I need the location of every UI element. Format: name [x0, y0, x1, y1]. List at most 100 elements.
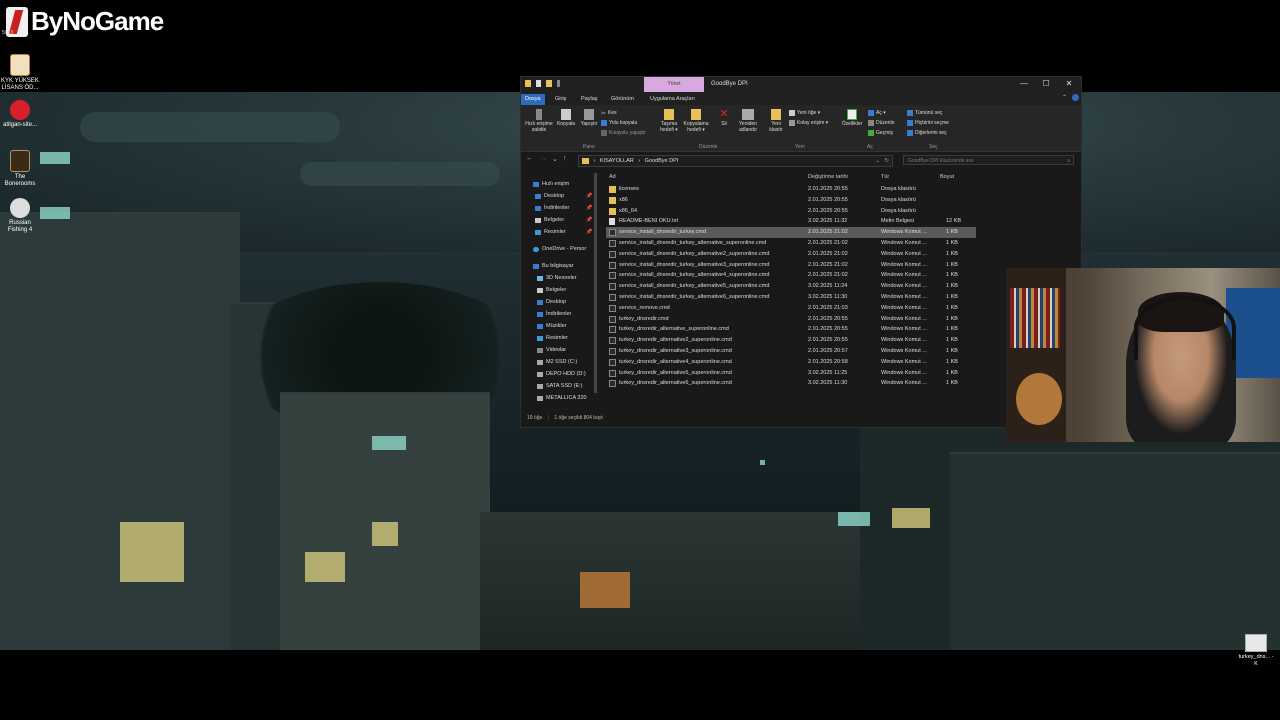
edit-button[interactable]: Düzenle	[868, 118, 894, 127]
file-row[interactable]: x86_64 2.01.2025 20:55 Dosya klasörü	[606, 206, 976, 217]
close-button[interactable]: ✕	[1058, 79, 1080, 88]
breadcrumb-goodbye-dpi[interactable]: GoodBye DPI	[645, 158, 679, 164]
nav-drive-c[interactable]: M2 SSD (C:)	[537, 359, 577, 365]
file-row[interactable]: README-BENI OKU.txt 3.02.2025 11:32 Metin …	[606, 216, 976, 227]
pin-icon[interactable]: 📌	[586, 193, 592, 199]
new-folder-icon[interactable]	[546, 80, 552, 87]
file-row[interactable]: service_install_dnsredir_turkey_alternat…	[606, 238, 976, 249]
pin-quick-access-button[interactable]: Hızlı erişime sabitle	[524, 109, 554, 133]
invert-selection-button[interactable]: Diğerlerini seç	[907, 128, 947, 137]
rename-button[interactable]: Yeniden adlandır	[735, 109, 761, 133]
tab-dosya[interactable]: Dosya	[521, 94, 545, 105]
nav-this-pc[interactable]: Bu bilgisayar	[533, 263, 574, 269]
nav-music[interactable]: Müzikler	[537, 323, 566, 329]
breadcrumb-kisayollar[interactable]: KISAYOLLAR	[600, 158, 634, 164]
nav-pictures-pinned[interactable]: Resimler	[535, 229, 566, 235]
up-button[interactable]: ↑	[563, 155, 567, 162]
pin-icon[interactable]: 📌	[586, 205, 592, 211]
properties-icon[interactable]	[536, 80, 541, 87]
pin-icon[interactable]: 📌	[586, 217, 592, 223]
file-row[interactable]: turkey_dnsredir_alternative2_superonline…	[606, 335, 976, 346]
context-tab-manage[interactable]: Yönet	[644, 77, 704, 92]
nav-onedrive[interactable]: OneDrive - Persor	[533, 246, 586, 252]
new-item-button[interactable]: Yeni öğe ▾	[789, 108, 820, 117]
nav-desktop[interactable]: Desktop	[537, 299, 566, 305]
file-row[interactable]: service_install_dnsredir_turkey_alternat…	[606, 281, 976, 292]
paste-button[interactable]: Yapıştır	[578, 109, 600, 127]
nav-drive-e[interactable]: SATA SSD (E:)	[537, 383, 582, 389]
column-header-size[interactable]: Boyut	[940, 174, 954, 180]
nav-videos[interactable]: Videolar	[537, 347, 566, 353]
file-row[interactable]: turkey_dnsredir.cmd 2.01.2025 20:55 Window…	[606, 314, 976, 325]
back-button[interactable]: ←	[526, 155, 533, 162]
file-row[interactable]: service_install_dnsredir_turkey_alternat…	[606, 249, 976, 260]
column-header-date[interactable]: Değiştirme tarihi	[808, 174, 848, 180]
new-item-icon	[789, 109, 795, 116]
help-icon[interactable]	[1072, 94, 1079, 101]
file-row[interactable]: x86 2.01.2025 20:55 Dosya klasörü	[606, 195, 976, 206]
delete-button[interactable]: ✕ Sil	[717, 109, 731, 128]
customize-quick-access-icon[interactable]	[557, 80, 560, 87]
file-size: 1 KB	[946, 283, 958, 290]
properties-button[interactable]: Özellikler	[839, 109, 865, 127]
desktop-icon-turkey-dns-shortcut[interactable]: turkey_dns... - K	[1236, 634, 1276, 668]
refresh-icon[interactable]: ↻	[884, 156, 889, 166]
nav-drive-metallica[interactable]: METALLICA 320	[537, 395, 587, 401]
desktop-icon-russian-fishing[interactable]: Russian Fishing 4	[0, 198, 40, 234]
tab-giris[interactable]: Giriş	[551, 94, 570, 105]
file-row[interactable]: service_install_dnsredir_turkey_alternat…	[606, 292, 976, 303]
forward-button[interactable]: →	[540, 155, 547, 162]
paste-shortcut-button[interactable]: Kısayolu yapıştır	[601, 128, 646, 137]
copy-path-button[interactable]: Yolu kopyala	[601, 118, 637, 127]
nav-drive-d[interactable]: DEPO HDD (D:)	[537, 371, 586, 377]
nav-desktop-pinned[interactable]: Desktop	[535, 193, 564, 199]
column-header-type[interactable]: Tür	[881, 174, 889, 180]
recent-locations-button[interactable]: ⌄	[552, 155, 558, 163]
cut-button[interactable]: ✂ Kes	[601, 108, 617, 117]
new-folder-button[interactable]: Yeni klasör	[767, 109, 785, 133]
file-row[interactable]: turkey_dnsredir_alternative_superonline.…	[606, 324, 976, 335]
pin-icon[interactable]: 📌	[586, 229, 592, 235]
maximize-button[interactable]: ☐	[1035, 79, 1057, 88]
file-row[interactable]: turkey_dnsredir_alternative4_superonline…	[606, 357, 976, 368]
nav-quick-access[interactable]: Hızlı erişim	[533, 181, 569, 187]
file-row[interactable]: service_remove.cmd 2.01.2025 21:03 Windows…	[606, 303, 976, 314]
address-bar[interactable]: › KISAYOLLAR › GoodBye DPI ⌄ ↻	[578, 155, 893, 167]
file-row[interactable]: licenses 2.01.2025 20:55 Dosya klasörü	[606, 184, 976, 195]
minimize-button[interactable]: —	[1013, 79, 1035, 88]
nav-documents[interactable]: Belgeler	[537, 287, 566, 293]
file-row[interactable]: service_install_dnsredir_turkey.cmd 2.01.…	[606, 227, 976, 239]
nav-downloads-pinned[interactable]: İndirilenler	[535, 205, 569, 211]
desktop-icon-bonerooms[interactable]: The Bonerooms	[0, 150, 40, 188]
tab-paylas[interactable]: Paylaş	[577, 94, 602, 105]
address-dropdown-icon[interactable]: ⌄	[875, 156, 880, 166]
file-row[interactable]: turkey_dnsredir_alternative6_superonline…	[606, 378, 976, 389]
file-row[interactable]: turkey_dnsredir_alternative5_superonline…	[606, 368, 976, 379]
file-row[interactable]: service_install_dnsredir_turkey_alternat…	[606, 260, 976, 271]
nav-pictures[interactable]: Resimler	[537, 335, 568, 341]
select-all-button[interactable]: Tümünü seç	[907, 108, 943, 117]
nav-documents-pinned[interactable]: Belgeler	[535, 217, 564, 223]
easy-access-button[interactable]: Kolay erişim ▾	[789, 118, 828, 127]
tab-gorunum[interactable]: Görünüm	[607, 94, 638, 105]
folder-icon[interactable]	[525, 80, 531, 87]
title-bar[interactable]: Yönet GoodBye DPI — ☐ ✕	[521, 77, 1081, 92]
tab-uygulama-araclari[interactable]: Uygulama Araçları	[646, 94, 699, 105]
select-none-button[interactable]: Hiçbirini seçme	[907, 118, 949, 127]
column-header-name[interactable]: Ad	[609, 174, 616, 180]
file-row[interactable]: service_install_dnsredir_turkey_alternat…	[606, 270, 976, 281]
search-input[interactable]: GoodBye DPI klasöründe ara ⌕	[903, 155, 1074, 165]
nav-downloads[interactable]: İndirilenler	[537, 311, 571, 317]
collapse-ribbon-icon[interactable]: ⌃	[1062, 94, 1067, 101]
open-button[interactable]: Aç ▾	[868, 108, 886, 117]
nav-scrollbar[interactable]	[594, 173, 597, 393]
desktop-icon-opera[interactable]: atilgan-site...	[0, 100, 40, 129]
copy-to-button[interactable]: Kopyalama hedefi ▾	[682, 109, 710, 133]
easy-access-icon	[789, 119, 795, 126]
nav-3d-objects[interactable]: 3D Nesneler	[537, 275, 577, 281]
history-button[interactable]: Geçmiş	[868, 128, 893, 137]
move-to-button[interactable]: Taşıma hedefi ▾	[657, 109, 681, 133]
desktop-icon-kyk[interactable]: KYK YÜKSEK LİSANS ÖD...	[0, 54, 40, 92]
copy-button[interactable]: Kopyala	[555, 109, 577, 127]
file-row[interactable]: turkey_dnsredir_alternative3_superonline…	[606, 346, 976, 357]
